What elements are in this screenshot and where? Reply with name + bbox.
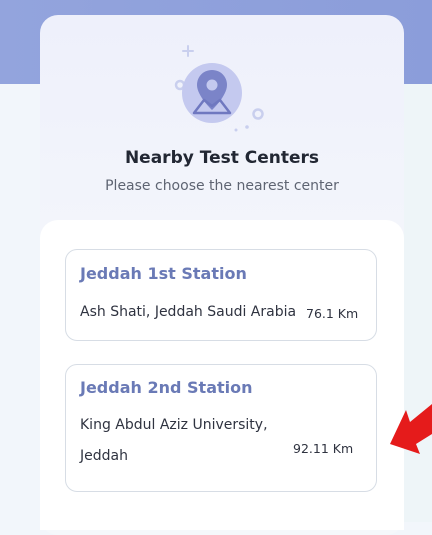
center-distance: 92.11 Km [293, 441, 354, 456]
page-subtitle: Please choose the nearest center [105, 178, 339, 194]
center-address: Ash Shati, Jeddah Saudi Arabia [80, 304, 297, 320]
center-name: Jeddah 1st Station [80, 264, 247, 283]
page-title: Nearby Test Centers [124, 148, 320, 168]
center-name: Jeddah 2nd Station [80, 378, 253, 397]
center-distance: 76.1 Km [306, 306, 359, 321]
map-pin-icon [174, 45, 264, 132]
annotation-arrow-icon [390, 404, 432, 454]
center-card-jeddah-1st[interactable]: Jeddah 1st Station Ash Shati, Jeddah Sau… [65, 249, 377, 341]
center-address: King Abdul Aziz University, Jeddah [80, 417, 268, 464]
center-card-jeddah-2nd[interactable]: Jeddah 2nd Station King Abdul Aziz Unive… [65, 364, 377, 492]
